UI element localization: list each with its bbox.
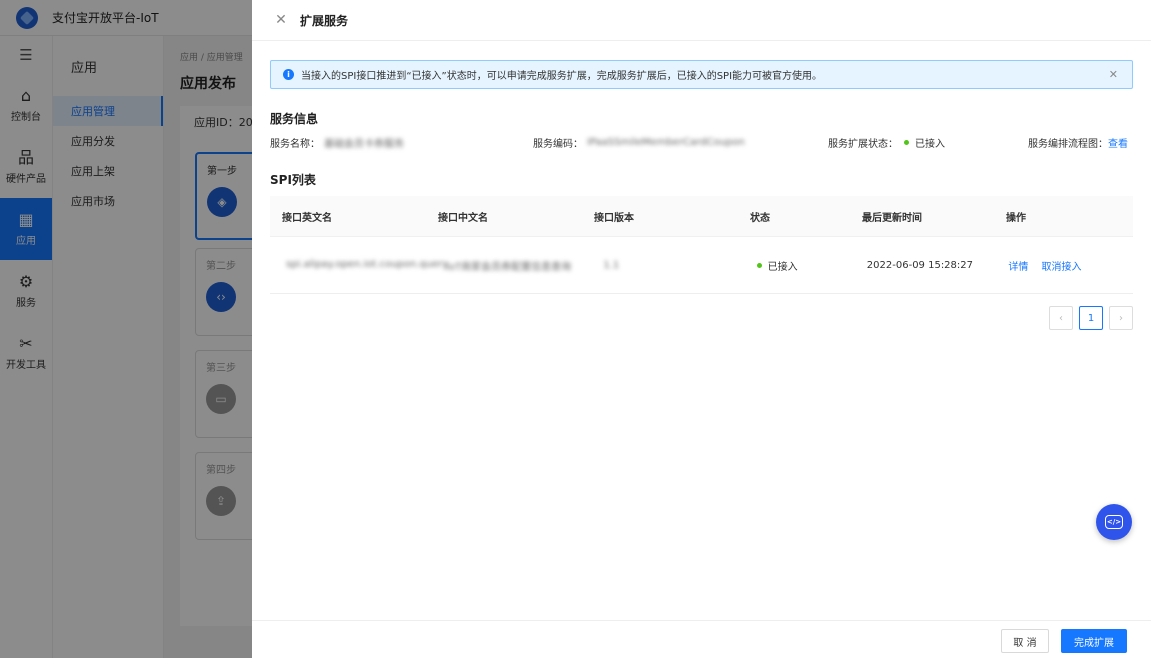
service-status-value: 已接入 (915, 139, 945, 150)
view-flow-link[interactable]: 查看 (1108, 135, 1128, 150)
column-header: 状态 (750, 212, 770, 224)
service-status-label: 服务扩展状态： (828, 139, 898, 150)
spi-updated-time: 2022-06-09 15:28:27 (866, 259, 974, 271)
page-1-button[interactable]: 1 (1079, 306, 1103, 330)
spi-status-text: 已接入 (767, 261, 798, 273)
column-header: 操作 (1006, 212, 1026, 224)
table-header: 接口英文名 接口中文名 接口版本 状态 最后更新时间 操作 (270, 196, 1133, 237)
spi-en-name: spi.alipay.open.iot.coupon.query (286, 259, 449, 270)
flow-chart-label: 服务编排流程图： (1028, 139, 1108, 150)
drawer-header: ✕ 扩展服务 (252, 0, 1151, 41)
spi-actions: 详情 取消接入 (996, 258, 1133, 273)
drawer-footer: 取 消 完成扩展 (252, 620, 1151, 658)
complete-extension-button[interactable]: 完成扩展 (1061, 629, 1127, 653)
column-header: 接口中文名 (438, 212, 488, 224)
status-dot-icon (904, 140, 909, 145)
column-header: 接口版本 (594, 212, 634, 224)
service-name-label: 服务名称： (270, 139, 320, 150)
service-info-row: 服务名称： 基础会员卡券服务 服务编码： IPaaSSmileMemberCar… (270, 135, 1133, 151)
service-name-value: 基础会员卡券服务 (324, 139, 404, 150)
service-info-title: 服务信息 (270, 112, 319, 126)
column-header: 最后更新时间 (862, 212, 922, 224)
service-name-field: 服务名称： 基础会员卡券服务 (270, 135, 404, 150)
detail-link[interactable]: 详情 (1008, 262, 1028, 273)
next-page-button[interactable]: › (1109, 306, 1133, 330)
pagination: ‹ 1 › (1049, 306, 1133, 330)
drawer-title: 扩展服务 (300, 13, 349, 28)
flow-chart-field: 服务编排流程图： 查看 (1028, 135, 1128, 150)
info-alert: i 当接入的SPI接口推进到“已接入”状态时，可以申请完成服务扩展，完成服务扩展… (270, 60, 1133, 89)
service-code-value: IPaaSSmileMemberCardCoupon (587, 137, 745, 148)
service-code-field: 服务编码： IPaaSSmileMemberCardCoupon (533, 135, 745, 150)
extend-service-drawer: ✕ 扩展服务 i 当接入的SPI接口推进到“已接入”状态时，可以申请完成服务扩展… (252, 0, 1151, 658)
spi-list-title: SPI列表 (270, 173, 316, 187)
status-dot-icon (756, 262, 762, 268)
table-row: spi.alipay.open.iot.coupon.query IoT商家会员… (270, 237, 1133, 294)
spi-status: 已接入 (745, 258, 855, 273)
service-status-field: 服务扩展状态： 已接入 (828, 135, 945, 150)
spi-cn-name: IoT商家会员券配置信息查询 (446, 261, 572, 273)
column-header: 接口英文名 (282, 212, 332, 224)
service-code-label: 服务编码： (533, 139, 583, 150)
prev-page-button[interactable]: ‹ (1049, 306, 1073, 330)
close-icon[interactable]: ✕ (274, 13, 288, 27)
cancel-access-link[interactable]: 取消接入 (1042, 262, 1082, 273)
alert-close-icon[interactable]: ✕ (1109, 68, 1118, 81)
cancel-button[interactable]: 取 消 (1001, 629, 1049, 653)
code-icon: </> (1105, 515, 1123, 529)
info-icon: i (283, 69, 294, 80)
developer-assistant-button[interactable]: </> (1096, 504, 1132, 540)
spi-table: 接口英文名 接口中文名 接口版本 状态 最后更新时间 操作 spi.alipay… (270, 196, 1133, 294)
alert-text: 当接入的SPI接口推进到“已接入”状态时，可以申请完成服务扩展，完成服务扩展后，… (301, 71, 823, 82)
spi-version: 1.1 (603, 259, 620, 271)
